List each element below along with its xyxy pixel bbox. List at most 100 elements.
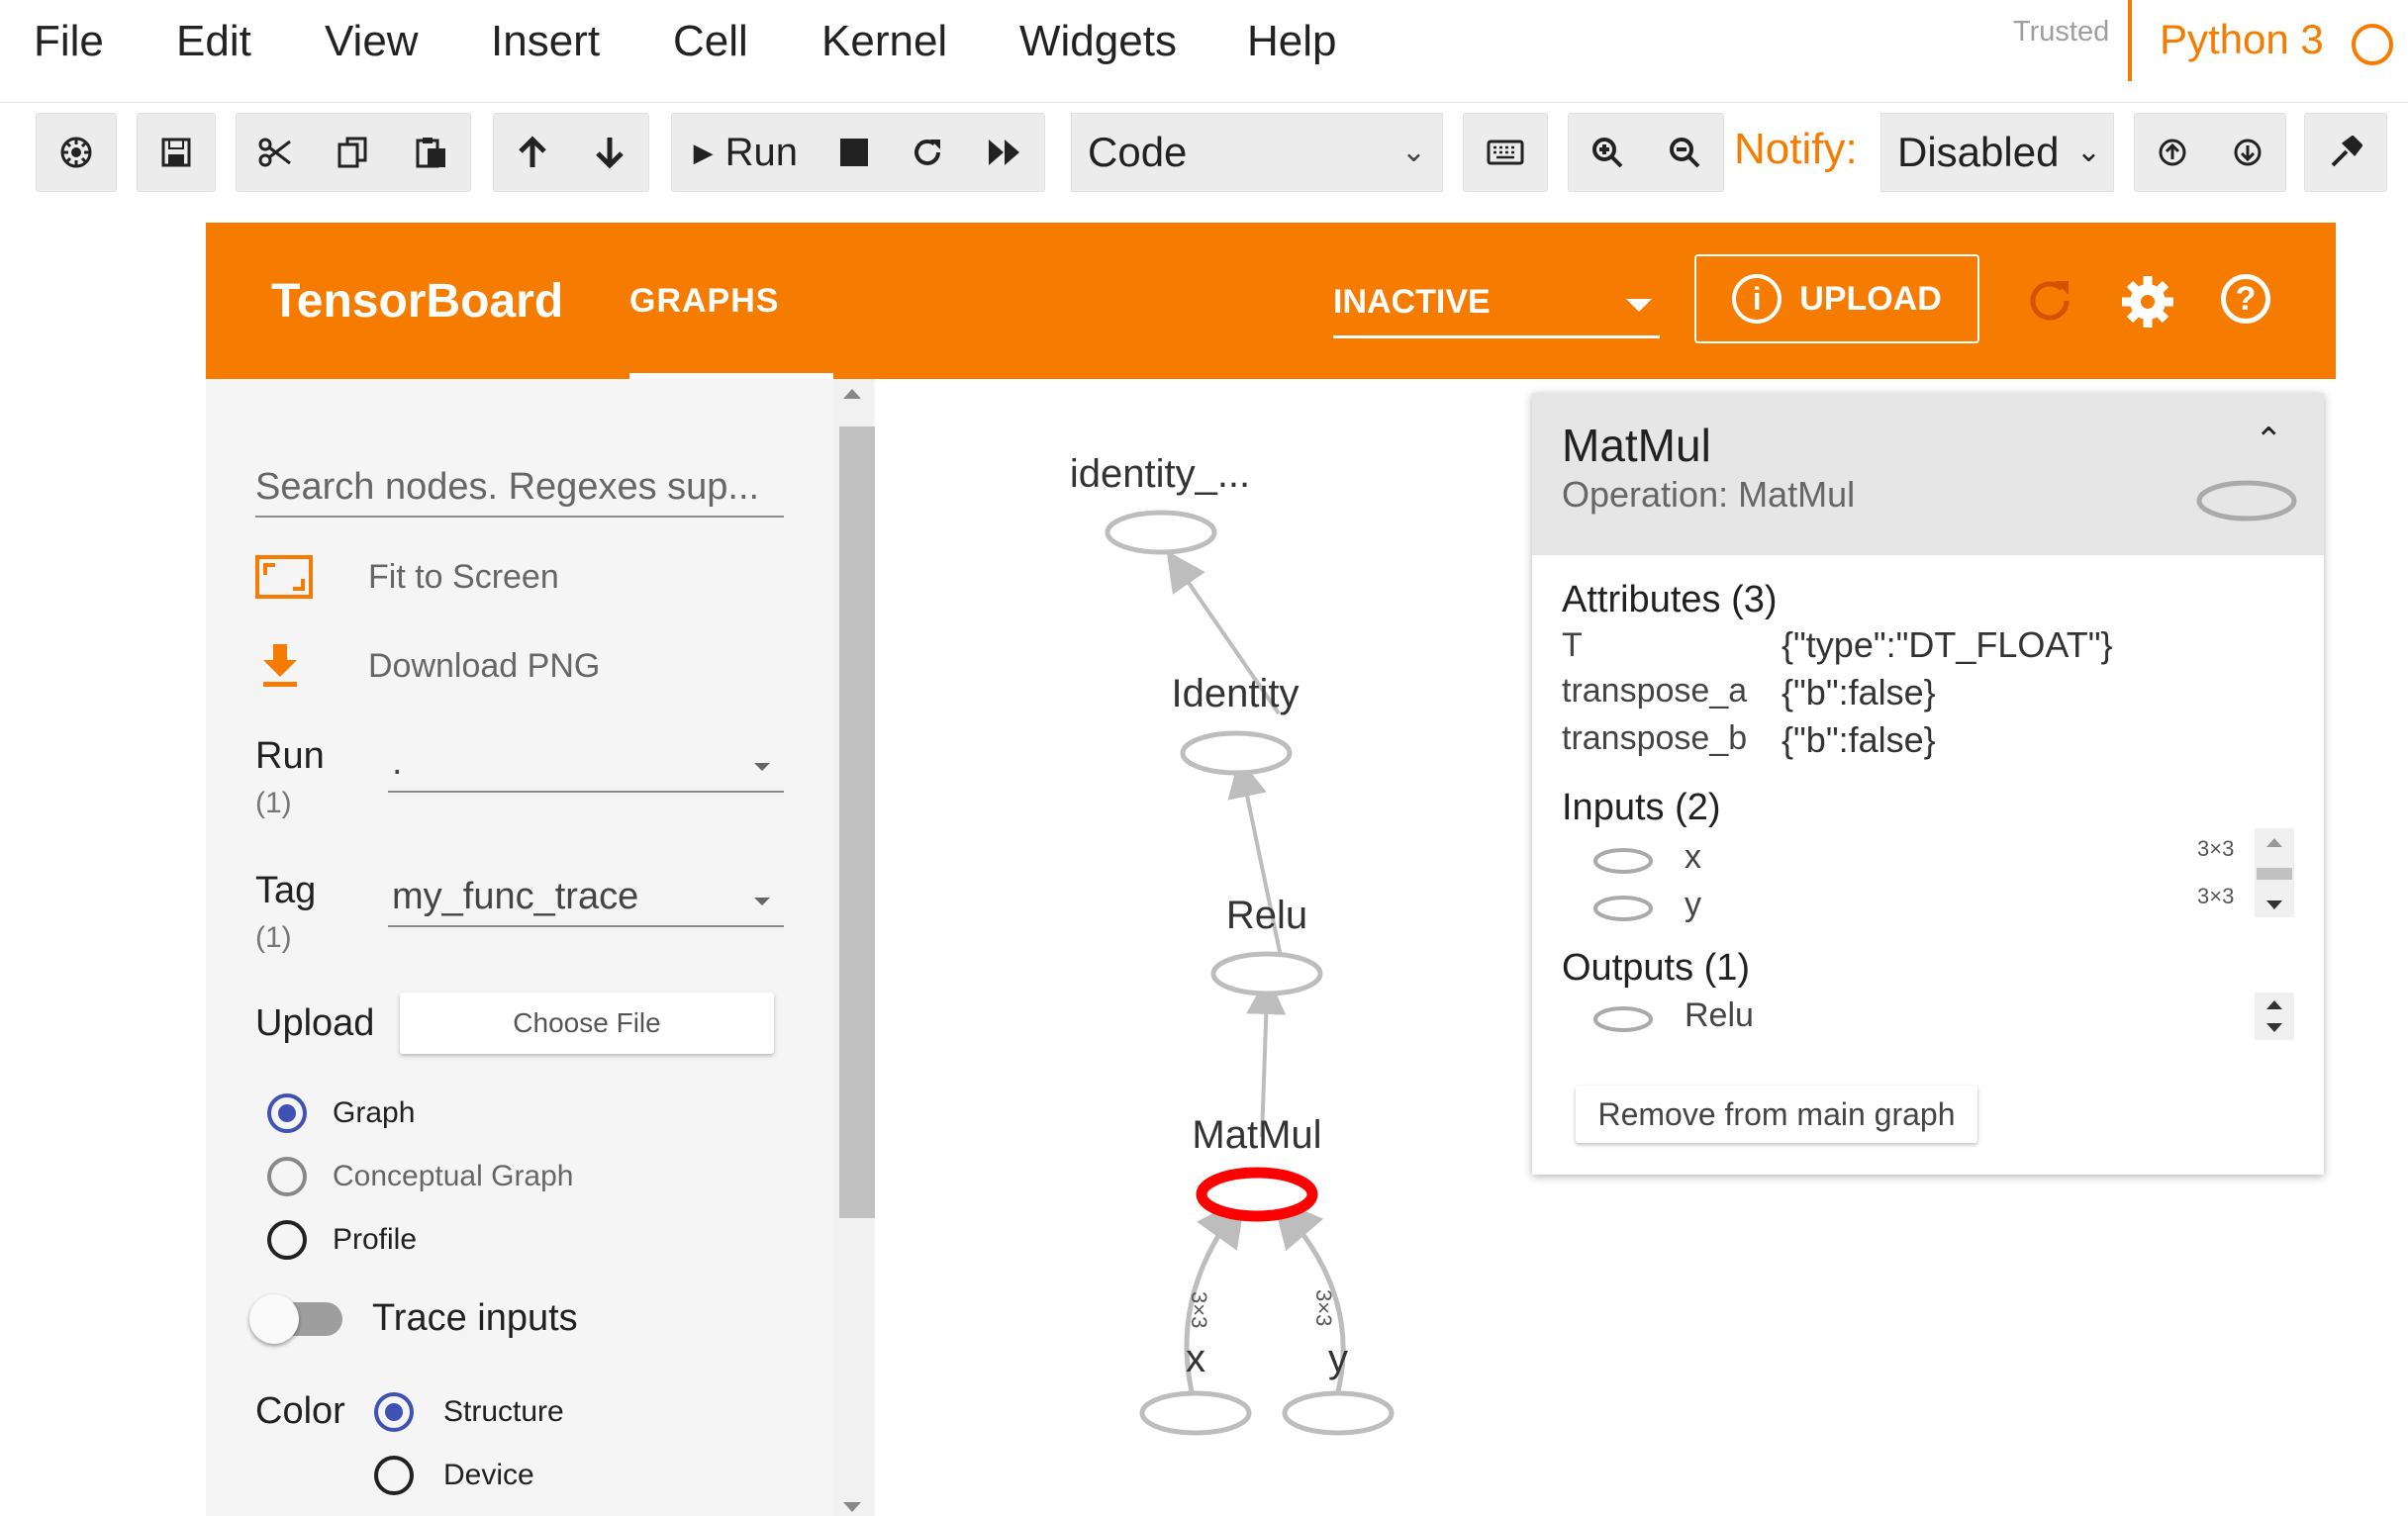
fit-to-screen-button[interactable]: Fit to Screen: [255, 555, 559, 599]
tag-count: (1): [255, 921, 292, 954]
run-label: Run: [255, 735, 325, 777]
attribute-value: {"type":"DT_FLOAT"}: [1782, 624, 2113, 665]
info-card-header: MatMul Operation: MatMul ⌃: [1532, 393, 2324, 555]
zoom-out-icon[interactable]: [1668, 136, 1701, 169]
graph-type-label: Graph: [333, 1096, 416, 1129]
jupyter-menubar: File Edit View Insert Cell Kernel Widget…: [0, 0, 2408, 103]
output-name[interactable]: Relu: [1685, 996, 1754, 1035]
outputs-scrollbar[interactable]: [2255, 993, 2294, 1040]
kernel-name[interactable]: Python 3: [2160, 16, 2324, 63]
scrollbar-thumb[interactable]: [839, 426, 875, 1218]
tab-graphs[interactable]: GRAPHS: [629, 282, 779, 321]
stop-icon[interactable]: [840, 139, 869, 166]
menu-edit[interactable]: Edit: [176, 16, 251, 67]
sidebar-scrollbar[interactable]: [833, 379, 875, 1516]
attributes-header: Attributes (3): [1562, 579, 1778, 620]
zoom-in-icon[interactable]: [1590, 136, 1624, 169]
fast-forward-icon[interactable]: [987, 137, 1022, 168]
inputs-header: Inputs (2): [1562, 787, 1721, 828]
download-png-label: Download PNG: [368, 646, 601, 685]
graph-type-label: Conceptual Graph: [333, 1160, 574, 1192]
graph-type-graph[interactable]: Graph: [267, 1093, 415, 1133]
copy-icon[interactable]: [337, 136, 370, 169]
node-relu[interactable]: [1210, 951, 1323, 996]
trace-inputs-toggle[interactable]: Trace inputs: [249, 1293, 578, 1344]
upload-button[interactable]: i UPLOAD: [1694, 254, 1979, 343]
node-x[interactable]: [1139, 1390, 1252, 1436]
settings-gear-icon[interactable]: [2120, 274, 2175, 330]
edge-shape-label: 3×3: [1311, 1289, 1336, 1327]
download-png-button[interactable]: Download PNG: [255, 642, 600, 690]
scroll-up-icon[interactable]: [843, 389, 861, 399]
kernel-idle-indicator: [2352, 24, 2393, 65]
arrow-down-icon[interactable]: [594, 136, 626, 169]
menu-kernel[interactable]: Kernel: [821, 16, 947, 67]
run-button[interactable]: ▶ Run: [694, 131, 798, 175]
tools-button[interactable]: [2304, 113, 2387, 192]
menu-view[interactable]: View: [325, 16, 419, 67]
outputs-header: Outputs (1): [1562, 947, 1751, 989]
graph-type-profile[interactable]: Profile: [267, 1220, 417, 1260]
zoom-group: [1568, 113, 1724, 192]
search-nodes-input[interactable]: [255, 458, 784, 518]
dashboard-select[interactable]: INACTIVE: [1333, 277, 1660, 338]
tag-select-value: my_func_trace: [392, 876, 639, 917]
scroll-up-icon[interactable]: [2266, 1000, 2282, 1009]
transfer-group: [2134, 113, 2286, 192]
node-label: identity_...: [1069, 452, 1251, 496]
dropdown-caret-icon: [754, 763, 770, 771]
help-icon[interactable]: ?: [2221, 274, 2270, 324]
toggle-knob: [249, 1293, 299, 1344]
scrollbar-thumb[interactable]: [2257, 868, 2292, 880]
run-select[interactable]: .: [388, 737, 784, 793]
command-palette-button[interactable]: [36, 113, 117, 192]
scroll-down-icon[interactable]: [2266, 900, 2282, 909]
input-name[interactable]: x: [1685, 838, 1701, 877]
node-y[interactable]: [1282, 1390, 1395, 1436]
notify-select[interactable]: Disabled ⌄: [1880, 113, 2114, 192]
color-device[interactable]: Device: [374, 1456, 534, 1495]
collapse-chevron-icon[interactable]: ⌃: [2255, 421, 2283, 460]
menu-cell[interactable]: Cell: [673, 16, 748, 67]
upload-icon[interactable]: [2158, 138, 2187, 167]
info-icon: i: [1732, 274, 1782, 324]
remove-from-main-graph-button[interactable]: Remove from main graph: [1576, 1086, 1977, 1143]
cut-icon[interactable]: [258, 136, 292, 169]
menu-help[interactable]: Help: [1247, 16, 1337, 67]
dashboard-select-value: INACTIVE: [1333, 283, 1491, 321]
choose-file-button[interactable]: Choose File: [400, 993, 774, 1054]
menu-insert[interactable]: Insert: [491, 16, 600, 67]
menu-widgets[interactable]: Widgets: [1019, 16, 1177, 67]
keyboard-icon: [1487, 140, 1524, 165]
node-identity[interactable]: [1180, 730, 1293, 776]
download-icon[interactable]: [2233, 138, 2263, 167]
trusted-indicator[interactable]: Trusted: [2013, 16, 2109, 48]
save-button[interactable]: [137, 113, 216, 192]
tag-select[interactable]: my_func_trace: [388, 872, 784, 927]
scroll-down-icon[interactable]: [2266, 1023, 2282, 1032]
upload-label: UPLOAD: [1799, 279, 1942, 318]
cell-type-select[interactable]: Code ⌄: [1071, 113, 1443, 192]
scroll-up-icon[interactable]: [2266, 838, 2282, 847]
menu-file[interactable]: File: [34, 16, 104, 67]
paste-icon[interactable]: [415, 136, 448, 169]
reload-icon[interactable]: [2023, 274, 2076, 328]
node-identity-out[interactable]: [1105, 510, 1217, 555]
restart-icon[interactable]: [911, 136, 944, 169]
chevron-down-icon: ⌄: [1400, 136, 1426, 168]
arrow-up-icon[interactable]: [517, 136, 548, 169]
output-node-icon: [1593, 1006, 1653, 1032]
dropdown-caret-icon: [754, 898, 770, 905]
node-matmul-selected[interactable]: [1196, 1167, 1318, 1222]
node-label: Relu: [1225, 894, 1308, 937]
inputs-scrollbar[interactable]: [2255, 828, 2294, 917]
clipboard-group: [236, 113, 471, 192]
scroll-down-icon[interactable]: [843, 1502, 861, 1512]
node-info-card: MatMul Operation: MatMul ⌃ Attributes (3…: [1532, 393, 2324, 1175]
graph-type-conceptual[interactable]: Conceptual Graph: [267, 1157, 574, 1196]
keyboard-shortcuts-button[interactable]: [1463, 113, 1548, 192]
input-name[interactable]: y: [1685, 886, 1701, 924]
upload-label: Upload: [255, 1002, 375, 1044]
node-label: y: [1328, 1337, 1348, 1380]
color-structure[interactable]: Structure: [374, 1392, 564, 1432]
